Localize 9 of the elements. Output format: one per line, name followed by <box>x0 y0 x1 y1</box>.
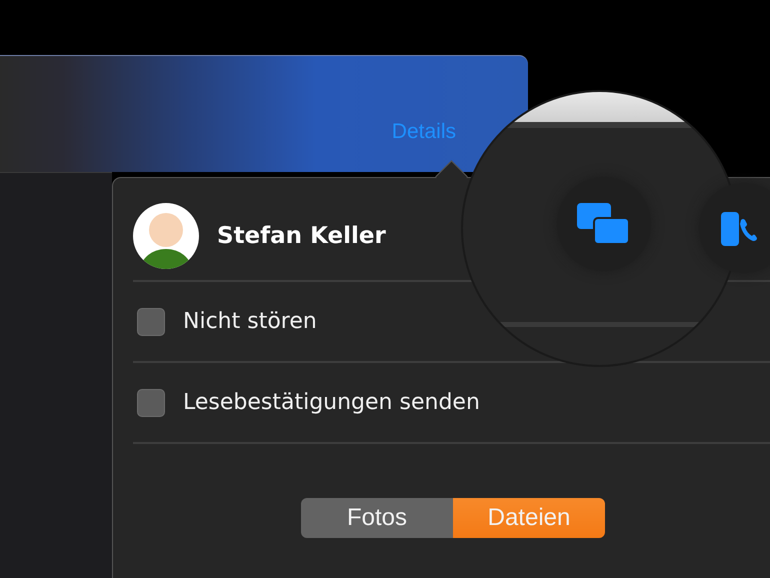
details-link[interactable]: Details <box>392 120 456 144</box>
contact-name: Stefan Keller <box>217 223 386 249</box>
segment-tab[interactable]: Dateien <box>453 498 605 538</box>
option-label: Lesebestätigungen senden <box>183 390 480 415</box>
chat-bubbles-icon <box>576 203 630 245</box>
option-label: Nicht stören <box>183 309 317 334</box>
segment-tab[interactable]: Fotos <box>301 498 453 538</box>
checkbox[interactable] <box>137 388 165 416</box>
checkbox[interactable] <box>137 308 165 336</box>
